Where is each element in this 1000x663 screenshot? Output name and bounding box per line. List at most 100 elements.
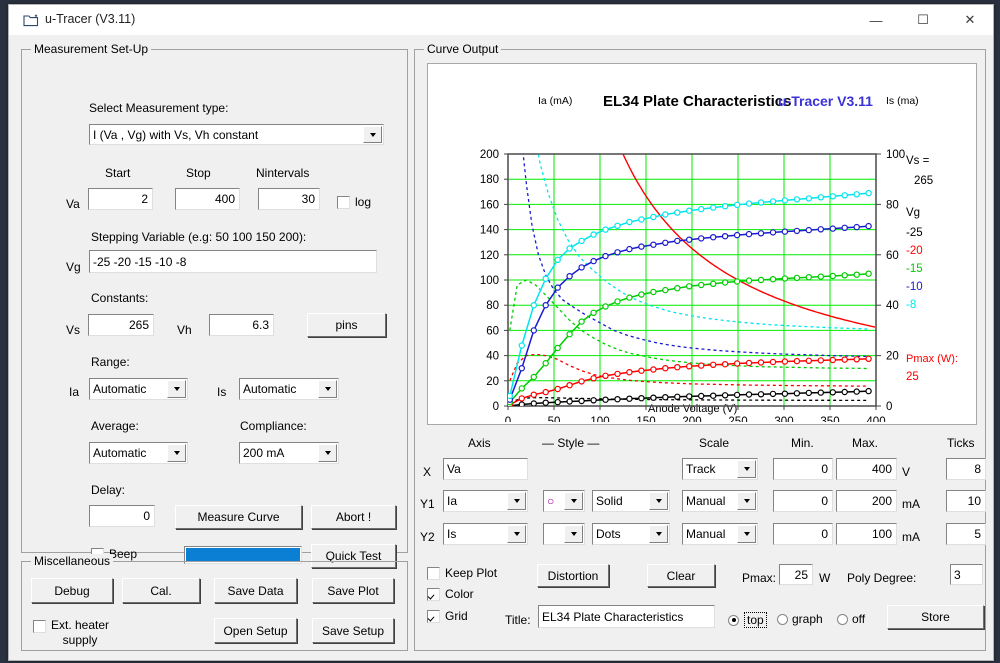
y2-min-input[interactable]: 0 xyxy=(773,523,833,545)
svg-text:100: 100 xyxy=(590,416,609,422)
chevron-down-icon[interactable] xyxy=(363,126,382,143)
measure-curve-button[interactable]: Measure Curve xyxy=(175,505,302,529)
is-range-combo[interactable]: Automatic xyxy=(239,378,339,400)
ext-heater-label-line2: supply xyxy=(63,633,98,647)
chevron-down-icon[interactable] xyxy=(507,492,526,510)
save-plot-button[interactable]: Save Plot xyxy=(312,578,394,603)
chevron-down-icon[interactable] xyxy=(167,444,186,462)
y1-unit-label: mA xyxy=(902,497,920,511)
va-stop-input[interactable]: 400 xyxy=(175,188,240,210)
y2-scale-combo[interactable]: Manual xyxy=(682,523,758,545)
chevron-down-icon[interactable] xyxy=(737,460,756,478)
y2-axis-combo[interactable]: Is xyxy=(443,523,528,545)
chevron-down-icon[interactable] xyxy=(318,444,337,462)
grid-checkbox-box[interactable] xyxy=(427,610,440,623)
svg-text:60: 60 xyxy=(486,325,499,337)
va-start-input[interactable]: 2 xyxy=(88,188,153,210)
vg-stepping-input[interactable]: -25 -20 -15 -10 -8 xyxy=(89,250,377,273)
close-button[interactable]: ✕ xyxy=(947,5,993,35)
ia-range-combo[interactable]: Automatic xyxy=(89,378,188,400)
ext-heater-label-line1: Ext. heater xyxy=(51,618,109,632)
debug-button[interactable]: Debug xyxy=(31,578,113,603)
minimize-button[interactable]: — xyxy=(853,5,899,35)
legend-graph-radio-dot[interactable] xyxy=(777,614,788,625)
vs-input[interactable]: 265 xyxy=(88,314,154,336)
svg-text:-8: -8 xyxy=(906,299,916,311)
legend-off-radio-dot[interactable] xyxy=(837,614,848,625)
average-combo[interactable]: Automatic xyxy=(89,442,188,464)
y2-ticks-input[interactable]: 5 xyxy=(946,523,986,545)
svg-text:60: 60 xyxy=(886,250,899,262)
grid-checkbox[interactable]: Grid xyxy=(427,609,468,623)
chevron-down-icon[interactable] xyxy=(649,492,668,510)
x-scale-combo[interactable]: Track xyxy=(682,458,758,480)
poly-degree-label: Poly Degree: xyxy=(847,571,916,585)
pmax-input[interactable]: 25 xyxy=(779,564,813,585)
svg-text:0: 0 xyxy=(493,401,499,413)
keep-plot-checkbox-box[interactable] xyxy=(427,567,440,580)
save-data-button[interactable]: Save Data xyxy=(214,578,297,603)
compliance-combo[interactable]: 200 mA xyxy=(239,442,339,464)
legend-graph-label: graph xyxy=(792,612,823,626)
y1-min-input[interactable]: 0 xyxy=(773,490,833,512)
color-label: Color xyxy=(445,587,474,601)
log-checkbox-box[interactable] xyxy=(337,196,350,209)
x-min-input[interactable]: 0 xyxy=(773,458,833,480)
legend-graph-radio[interactable]: graph xyxy=(777,612,823,626)
chevron-down-icon[interactable] xyxy=(737,492,756,510)
stepping-variable-label: Stepping Variable (e.g: 50 100 150 200): xyxy=(91,230,306,244)
log-checkbox[interactable]: log xyxy=(337,195,371,209)
svg-text:265: 265 xyxy=(914,175,933,187)
svg-text:25: 25 xyxy=(906,371,919,383)
save-setup-button[interactable]: Save Setup xyxy=(312,618,394,643)
maximize-button[interactable]: ☐ xyxy=(900,5,946,35)
vs-label: Vs xyxy=(66,323,80,337)
curve-plot: Ia (mA)EL34 Plate Characteristicsu-Trace… xyxy=(428,64,974,422)
ext-heater-checkbox-box[interactable] xyxy=(33,620,46,633)
vh-input[interactable]: 6.3 xyxy=(209,314,274,336)
chevron-down-icon[interactable] xyxy=(507,525,526,543)
chevron-down-icon[interactable] xyxy=(318,380,337,398)
y1-axis-combo[interactable]: Ia xyxy=(443,490,528,512)
legend-top-radio-dot[interactable] xyxy=(728,615,739,626)
y2-marker-combo[interactable] xyxy=(543,523,585,545)
y2-max-input[interactable]: 100 xyxy=(836,523,897,545)
clear-button[interactable]: Clear xyxy=(647,564,715,587)
chevron-down-icon[interactable] xyxy=(649,525,668,543)
row-y1-label: Y1 xyxy=(420,497,435,511)
y1-scale-combo[interactable]: Manual xyxy=(682,490,758,512)
svg-text:100: 100 xyxy=(886,149,905,161)
measurement-type-combo[interactable]: I (Va , Vg) with Vs, Vh constant xyxy=(89,124,384,145)
pins-button[interactable]: pins xyxy=(307,313,386,337)
plot-panel[interactable]: Ia (mA)EL34 Plate Characteristicsu-Trace… xyxy=(427,63,977,425)
chevron-down-icon[interactable] xyxy=(564,492,583,510)
plot-title-input[interactable]: EL34 Plate Characteristics xyxy=(538,605,715,628)
va-nintervals-input[interactable]: 30 xyxy=(258,188,320,210)
y1-marker-combo[interactable]: ○ xyxy=(543,490,585,512)
chevron-down-icon[interactable] xyxy=(737,525,756,543)
app-icon xyxy=(23,13,39,27)
y2-style-combo[interactable]: Dots xyxy=(592,523,670,545)
x-ticks-input[interactable]: 8 xyxy=(946,458,986,480)
store-button[interactable]: Store xyxy=(887,605,984,629)
chevron-down-icon[interactable] xyxy=(564,525,583,543)
keep-plot-checkbox[interactable]: Keep Plot xyxy=(427,566,497,580)
y1-ticks-input[interactable]: 10 xyxy=(946,490,986,512)
legend-top-radio[interactable]: top xyxy=(728,612,767,628)
cal-button[interactable]: Cal. xyxy=(122,578,200,603)
open-setup-button[interactable]: Open Setup xyxy=(214,618,297,643)
delay-input[interactable]: 0 xyxy=(89,505,155,527)
color-checkbox[interactable]: Color xyxy=(427,587,474,601)
legend-off-radio[interactable]: off xyxy=(837,612,865,626)
chevron-down-icon[interactable] xyxy=(167,380,186,398)
x-axis-input[interactable]: Va xyxy=(443,458,528,480)
y1-max-input[interactable]: 200 xyxy=(836,490,897,512)
ext-heater-checkbox[interactable]: Ext. heater supply xyxy=(33,618,109,648)
distortion-button[interactable]: Distortion xyxy=(537,564,609,587)
svg-text:20: 20 xyxy=(886,351,899,363)
color-checkbox-box[interactable] xyxy=(427,588,440,601)
abort-button[interactable]: Abort ! xyxy=(311,505,396,529)
x-max-input[interactable]: 400 xyxy=(836,458,897,480)
y1-style-combo[interactable]: Solid xyxy=(592,490,670,512)
poly-degree-input[interactable]: 3 xyxy=(950,564,983,585)
